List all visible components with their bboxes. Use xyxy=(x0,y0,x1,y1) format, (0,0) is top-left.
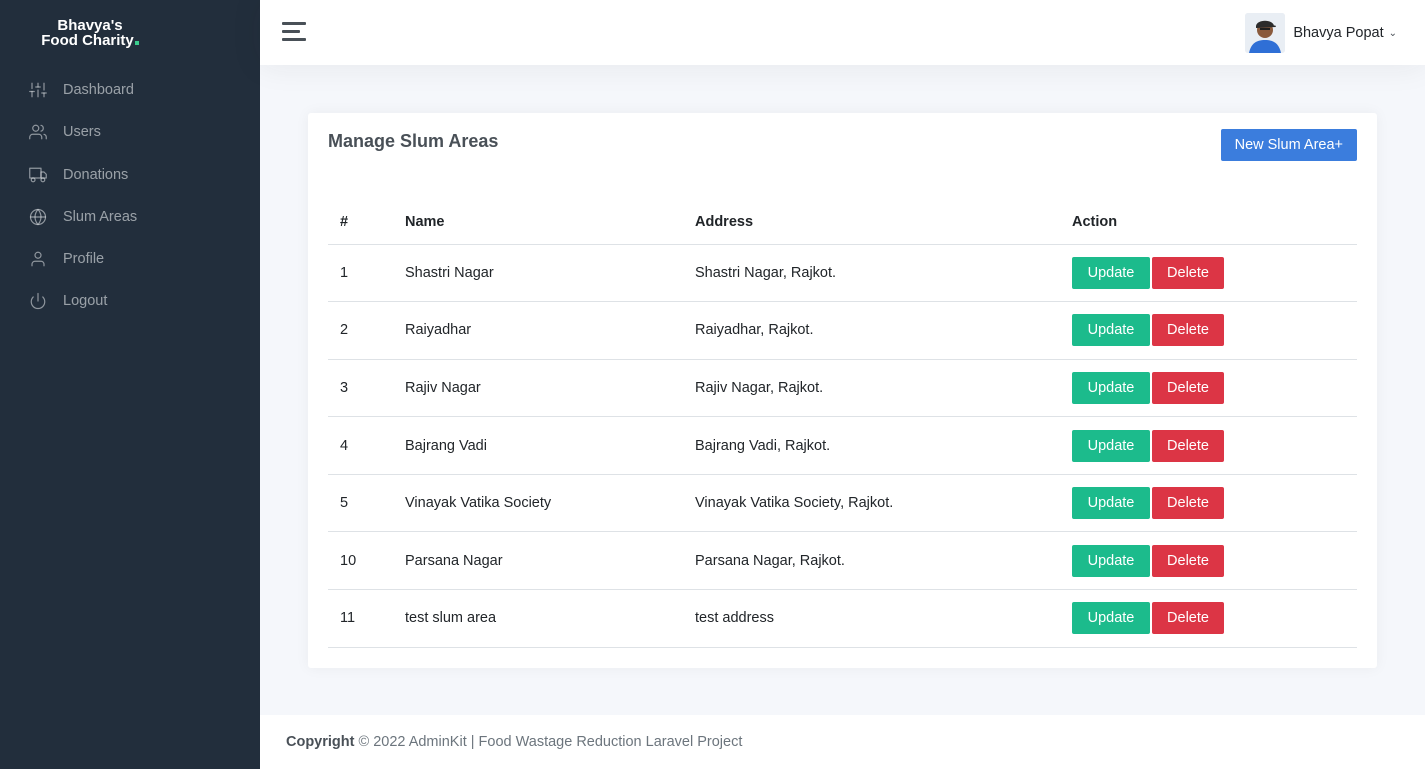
cell-name: Bajrang Vadi xyxy=(393,416,683,475)
cell-address: Shastri Nagar, Rajkot. xyxy=(683,244,1060,303)
user-name: Bhavya Popat xyxy=(1293,25,1384,41)
page-title: Manage Slum Areas xyxy=(328,131,499,151)
cell-name: Rajiv Nagar xyxy=(393,359,683,418)
cell-id: 1 xyxy=(328,244,393,303)
sidebar-item-label: Slum Areas xyxy=(63,209,138,225)
footer-text: Copyright © 2022 AdminKit | Food Wastage… xyxy=(286,734,742,750)
table-row: 5 Vinayak Vatika Society Vinayak Vatika … xyxy=(328,474,1357,533)
cell-address: Rajiv Nagar, Rajkot. xyxy=(683,359,1060,418)
footer: Copyright © 2022 AdminKit | Food Wastage… xyxy=(260,715,1425,769)
update-button[interactable]: Update xyxy=(1072,602,1150,635)
sidebar: Bhavya's Food Charity Dashboard Users Do… xyxy=(0,0,260,769)
delete-button[interactable]: Delete xyxy=(1152,487,1224,520)
chevron-down-icon: ⌄ xyxy=(1388,27,1397,39)
sidebar-item-label: Profile xyxy=(63,251,105,267)
table-row: 2 Raiyadhar Raiyadhar, Rajkot. Update Del… xyxy=(328,301,1357,360)
update-button[interactable]: Update xyxy=(1072,487,1150,520)
update-button[interactable]: Update xyxy=(1072,314,1150,347)
table-row: 1 Shastri Nagar Shastri Nagar, Rajkot. U… xyxy=(328,244,1357,303)
table-row: 4 Bajrang Vadi Bajrang Vadi, Rajkot. Upd… xyxy=(328,416,1357,475)
delete-button[interactable]: Delete xyxy=(1152,314,1224,347)
copyright-label: Copyright xyxy=(286,734,355,750)
sidebar-item-donations[interactable]: Donations xyxy=(0,155,260,195)
delete-button[interactable]: Delete xyxy=(1152,429,1224,462)
sidebar-item-label: Logout xyxy=(63,293,108,309)
sidebar-item-label: Users xyxy=(63,124,101,140)
cell-address: Vinayak Vatika Society, Rajkot. xyxy=(683,474,1060,533)
copyright-text: © 2022 AdminKit | Food Wastage Reduction… xyxy=(354,734,743,750)
cell-address: Raiyadhar, Rajkot. xyxy=(683,301,1060,360)
user-menu[interactable]: Bhavya Popat ⌄ xyxy=(1245,13,1397,53)
cell-actions: Update Delete xyxy=(1060,359,1357,418)
brand-logo[interactable]: Bhavya's Food Charity xyxy=(0,18,180,48)
topbar: Bhavya Popat ⌄ xyxy=(260,0,1425,65)
sidebar-item-profile[interactable]: Profile xyxy=(0,239,260,279)
update-button[interactable]: Update xyxy=(1072,429,1150,462)
sidebar-item-users[interactable]: Users xyxy=(0,112,260,152)
column-header-address: Address xyxy=(683,201,1060,245)
user-icon xyxy=(28,249,48,269)
delete-button[interactable]: Delete xyxy=(1152,602,1224,635)
cell-name: Shastri Nagar xyxy=(393,244,683,303)
cell-address: test address xyxy=(683,589,1060,648)
delete-button[interactable]: Delete xyxy=(1152,256,1224,289)
table-header-row: # Name Address Action xyxy=(328,201,1357,245)
table-row: 3 Rajiv Nagar Rajiv Nagar, Rajkot. Updat… xyxy=(328,359,1357,418)
sidebar-item-slum-areas[interactable]: Slum Areas xyxy=(0,197,260,237)
users-icon xyxy=(28,122,48,142)
column-header-action: Action xyxy=(1060,201,1357,245)
avatar xyxy=(1245,13,1286,53)
cell-actions: Update Delete xyxy=(1060,589,1357,648)
delete-button[interactable]: Delete xyxy=(1152,371,1224,404)
power-icon xyxy=(28,291,48,311)
brand-dot xyxy=(134,41,139,45)
cell-id: 10 xyxy=(328,531,393,591)
cell-address: Parsana Nagar, Rajkot. xyxy=(683,531,1060,591)
cell-actions: Update Delete xyxy=(1060,244,1357,303)
update-button[interactable]: Update xyxy=(1072,256,1150,289)
table-row: 11 test slum area test address Update Del… xyxy=(328,589,1357,648)
cell-id: 11 xyxy=(328,589,393,648)
cell-name: Parsana Nagar xyxy=(393,531,683,591)
truck-icon xyxy=(28,165,48,185)
sliders-icon xyxy=(28,80,48,100)
update-button[interactable]: Update xyxy=(1072,371,1150,404)
cell-id: 5 xyxy=(328,474,393,533)
sidebar-item-logout[interactable]: Logout xyxy=(0,281,260,321)
slum-areas-card: Manage Slum Areas New Slum Area+ # Name … xyxy=(308,113,1377,668)
cell-name: Vinayak Vatika Society xyxy=(393,474,683,533)
cell-id: 3 xyxy=(328,359,393,418)
table-row: 10 Parsana Nagar Parsana Nagar, Rajkot. … xyxy=(328,531,1357,591)
cell-id: 4 xyxy=(328,416,393,475)
cell-address: Bajrang Vadi, Rajkot. xyxy=(683,416,1060,475)
cell-actions: Update Delete xyxy=(1060,474,1357,533)
cell-actions: Update Delete xyxy=(1060,416,1357,475)
cell-id: 2 xyxy=(328,301,393,360)
update-button[interactable]: Update xyxy=(1072,544,1150,577)
new-slum-area-button[interactable]: New Slum Area+ xyxy=(1220,129,1357,161)
column-header-name: Name xyxy=(393,201,683,245)
column-header-id: # xyxy=(328,201,393,245)
sidebar-item-dashboard[interactable]: Dashboard xyxy=(0,70,260,110)
cell-actions: Update Delete xyxy=(1060,531,1357,591)
sidebar-item-label: Donations xyxy=(63,167,129,183)
cell-name: Raiyadhar xyxy=(393,301,683,360)
delete-button[interactable]: Delete xyxy=(1152,544,1224,577)
slum-areas-table: # Name Address Action 1 Shastri Nagar Sh… xyxy=(328,201,1357,648)
brand-line-1: Bhavya's xyxy=(57,17,123,34)
cell-name: test slum area xyxy=(393,589,683,648)
brand-line-2: Food Charity xyxy=(41,32,134,49)
globe-icon xyxy=(28,207,48,227)
sidebar-item-label: Dashboard xyxy=(63,82,134,98)
cell-actions: Update Delete xyxy=(1060,301,1357,360)
hamburger-menu-icon[interactable] xyxy=(282,22,306,42)
